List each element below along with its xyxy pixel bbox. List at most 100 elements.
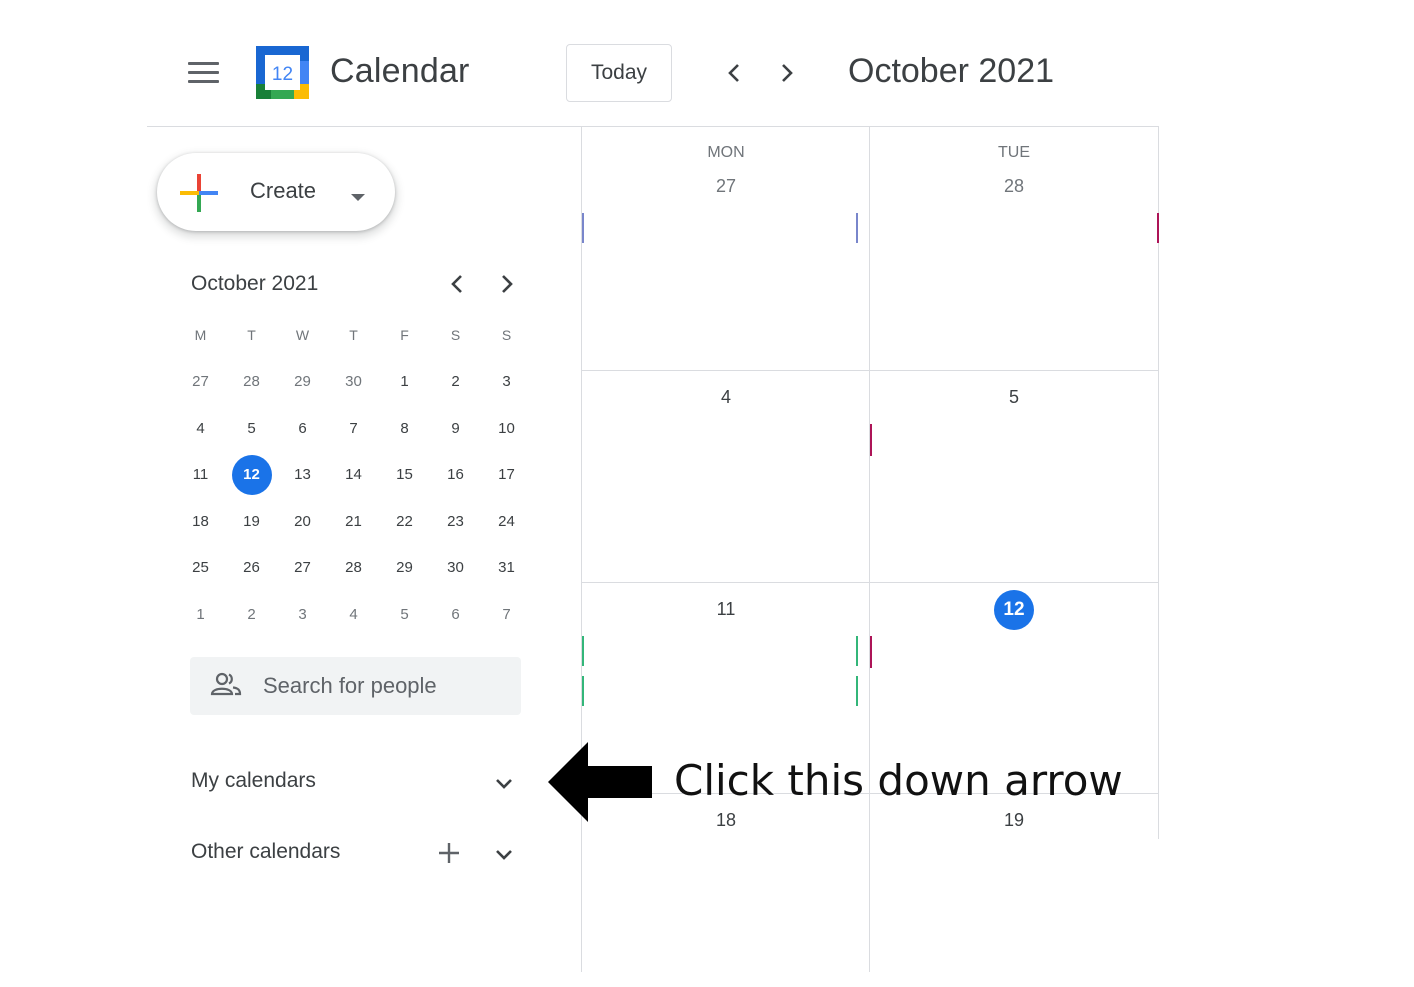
event-chip[interactable]	[1157, 213, 1159, 243]
mini-day[interactable]: 23	[430, 513, 481, 530]
mini-day[interactable]: 7	[328, 420, 379, 437]
mini-day[interactable]: 30	[430, 559, 481, 576]
event-chip[interactable]	[870, 424, 872, 456]
date-cell[interactable]: 18	[676, 810, 776, 831]
mini-day[interactable]: 19	[226, 513, 277, 530]
mini-day[interactable]: 1	[175, 606, 226, 623]
mini-week-row: 18 19 20 21 22 23 24	[175, 498, 532, 545]
my-calendars-label: My calendars	[191, 769, 316, 792]
date-cell[interactable]: 5	[964, 387, 1064, 408]
date-cell[interactable]: 27	[676, 176, 776, 197]
mini-day[interactable]: 25	[175, 559, 226, 576]
mini-day[interactable]: 13	[277, 466, 328, 483]
event-chip[interactable]	[582, 213, 584, 243]
mini-day[interactable]: 6	[277, 420, 328, 437]
calendar-logo-icon: 12	[256, 46, 309, 99]
mini-day[interactable]: 6	[430, 606, 481, 623]
date-cell[interactable]: 28	[964, 176, 1064, 197]
chevron-down-icon	[496, 850, 512, 860]
today-date-cell[interactable]: 12	[994, 590, 1034, 630]
other-calendars-expand-button[interactable]	[489, 840, 519, 870]
mini-day[interactable]: 2	[226, 606, 277, 623]
mini-day[interactable]: 21	[328, 513, 379, 530]
mini-day[interactable]: 5	[226, 420, 277, 437]
date-cell[interactable]: 4	[676, 387, 776, 408]
chevron-right-icon	[782, 64, 793, 82]
weekday-head: F	[400, 327, 409, 344]
today-button[interactable]: Today	[566, 44, 672, 102]
mini-day[interactable]: 24	[481, 513, 532, 530]
weekday-head: W	[295, 327, 310, 344]
app-title: Calendar	[330, 52, 470, 90]
mini-day[interactable]: 18	[175, 513, 226, 530]
previous-period-button[interactable]	[719, 58, 749, 88]
mini-calendar-prev-button[interactable]	[442, 269, 472, 299]
date-cell[interactable]: 11	[676, 599, 776, 620]
mini-day[interactable]: 16	[430, 466, 481, 483]
event-chip[interactable]	[856, 213, 858, 243]
date-cell[interactable]: 19	[964, 810, 1064, 831]
mini-day[interactable]: 11	[175, 466, 226, 483]
event-chip[interactable]	[582, 636, 584, 666]
mini-day[interactable]: 5	[379, 606, 430, 623]
mini-day[interactable]: 27	[175, 373, 226, 390]
mini-calendar-grid: M T W T F S S 27 28 29 30 1 2 3 4 5 6 7 …	[175, 312, 532, 638]
grid-vertical-line	[869, 127, 870, 972]
create-label: Create	[250, 178, 317, 203]
weekday-header-row: M T W T F S S	[175, 312, 532, 359]
main-menu-button[interactable]	[188, 62, 219, 84]
caret-down-icon	[351, 189, 365, 207]
mini-day-today[interactable]: 12	[226, 454, 277, 495]
event-chip[interactable]	[856, 636, 858, 666]
chevron-right-icon	[502, 275, 513, 293]
mini-day[interactable]: 17	[481, 466, 532, 483]
chevron-left-icon	[728, 64, 739, 82]
mini-day[interactable]: 26	[226, 559, 277, 576]
mini-day[interactable]: 29	[379, 559, 430, 576]
mini-day[interactable]: 28	[328, 559, 379, 576]
mini-day[interactable]: 29	[277, 373, 328, 390]
grid-vertical-line	[581, 127, 582, 972]
mini-week-row: 1 2 3 4 5 6 7	[175, 591, 532, 638]
mini-day[interactable]: 27	[277, 559, 328, 576]
search-people-placeholder: Search for people	[263, 673, 437, 698]
header-divider	[147, 126, 1159, 127]
event-chip[interactable]	[856, 676, 858, 706]
current-period-title: October 2021	[848, 52, 1055, 90]
mini-today-label: 12	[231, 454, 272, 495]
mini-day[interactable]: 28	[226, 373, 277, 390]
mini-day[interactable]: 3	[277, 606, 328, 623]
event-chip[interactable]	[870, 636, 872, 668]
mini-day[interactable]: 22	[379, 513, 430, 530]
next-period-button[interactable]	[772, 58, 802, 88]
chevron-down-icon	[496, 779, 512, 789]
add-other-calendar-button[interactable]	[434, 838, 464, 868]
mini-day[interactable]: 10	[481, 420, 532, 437]
mini-day[interactable]: 20	[277, 513, 328, 530]
mini-week-row: 11 12 13 14 15 16 17	[175, 452, 532, 499]
mini-day[interactable]: 9	[430, 420, 481, 437]
mini-calendar-next-button[interactable]	[492, 269, 522, 299]
mini-day[interactable]: 4	[175, 420, 226, 437]
mini-day[interactable]: 7	[481, 606, 532, 623]
plus-icon	[178, 172, 220, 219]
event-chip[interactable]	[582, 676, 584, 706]
mini-day[interactable]: 8	[379, 420, 430, 437]
weekday-head: T	[349, 327, 358, 344]
grid-horizontal-line	[581, 370, 1159, 371]
mini-day[interactable]: 1	[379, 373, 430, 390]
my-calendars-expand-button[interactable]	[489, 769, 519, 799]
mini-day[interactable]: 14	[328, 466, 379, 483]
weekday-head: T	[247, 327, 256, 344]
mini-calendar-title: October 2021	[191, 272, 319, 295]
mini-day[interactable]: 3	[481, 373, 532, 390]
mini-day[interactable]: 15	[379, 466, 430, 483]
mini-day[interactable]: 4	[328, 606, 379, 623]
svg-text:12: 12	[272, 64, 293, 85]
mini-day[interactable]: 31	[481, 559, 532, 576]
mini-week-row: 25 26 27 28 29 30 31	[175, 545, 532, 592]
mini-day[interactable]: 30	[328, 373, 379, 390]
chevron-left-icon	[451, 275, 462, 293]
mini-day[interactable]: 2	[430, 373, 481, 390]
day-of-week-mon: MON	[707, 144, 745, 161]
